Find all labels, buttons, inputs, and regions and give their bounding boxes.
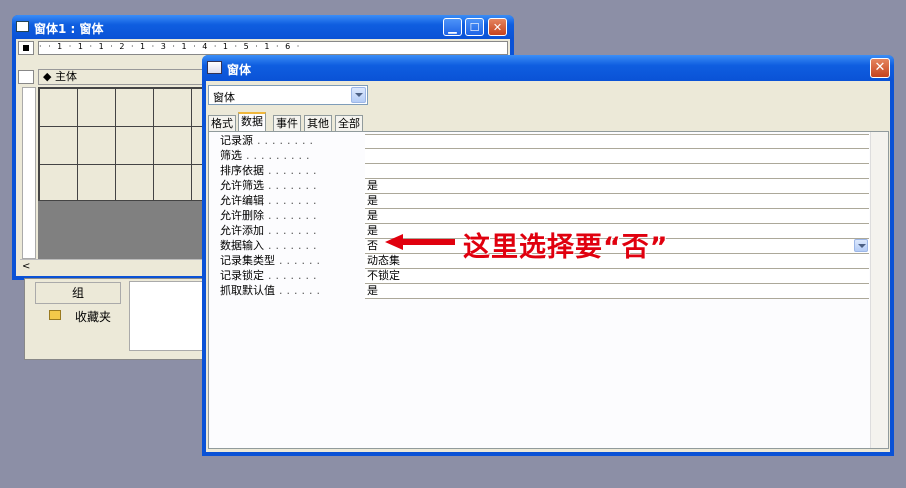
property-sheet-titlebar[interactable]: 窗体 ✕	[202, 55, 894, 81]
object-selector-value: 窗体	[213, 91, 235, 104]
property-name: 允许添加.......	[217, 224, 364, 239]
property-sheet-client: 窗体 格式 数据 事件 其他 全部 记录源........ 筛选........…	[206, 81, 890, 452]
scroll-left-icon[interactable]: <	[22, 261, 30, 272]
section-label: 主体	[54, 70, 77, 83]
property-value[interactable]	[365, 134, 869, 149]
data-entry-value: 否	[367, 239, 378, 252]
dropdown-arrow-icon[interactable]	[854, 239, 868, 252]
property-value[interactable]	[365, 164, 869, 179]
database-object-list[interactable]	[129, 281, 207, 351]
dropdown-arrow-icon[interactable]	[351, 87, 366, 103]
leader-dots: .........	[246, 149, 314, 162]
tab-all[interactable]: 全部	[335, 115, 363, 131]
section-selector[interactable]	[18, 70, 34, 84]
leader-dots: .......	[268, 179, 321, 192]
properties-icon	[207, 61, 222, 74]
leader-dots: .......	[268, 164, 321, 177]
groups-button[interactable]: 组	[35, 282, 121, 304]
leader-dots: .......	[268, 269, 321, 282]
form-icon	[16, 21, 29, 32]
leader-dots: ........	[257, 134, 317, 147]
leader-dots: .......	[268, 194, 321, 207]
object-selector-combo[interactable]: 窗体	[208, 85, 368, 105]
close-icon[interactable]: ✕	[870, 58, 890, 78]
property-name: 记录锁定.......	[217, 269, 364, 284]
property-row-allow-edits[interactable]: 允许编辑....... 是	[217, 194, 869, 209]
property-name: 筛选.........	[217, 149, 364, 164]
leader-dots: .......	[268, 209, 321, 222]
favorites-icon	[49, 310, 61, 320]
left-arrow-icon	[385, 234, 455, 250]
property-name-text: 允许删除	[220, 209, 264, 222]
property-row-record-locks[interactable]: 记录锁定....... 不锁定	[217, 269, 869, 284]
property-row-record-source[interactable]: 记录源........	[217, 134, 869, 149]
property-name: 排序依据.......	[217, 164, 364, 179]
property-sheet-title: 窗体	[227, 63, 252, 77]
detail-section-bar[interactable]: ◆ 主体	[38, 69, 218, 85]
property-name: 抓取默认值......	[217, 284, 364, 299]
property-name: 允许筛选.......	[217, 179, 364, 194]
property-row-filter[interactable]: 筛选.........	[217, 149, 869, 164]
property-name: 记录源........	[217, 134, 364, 149]
property-list-panel: 记录源........ 筛选......... 排序依据....... 允许筛选…	[208, 131, 889, 449]
property-row-allow-filters[interactable]: 允许筛选....... 是	[217, 179, 869, 194]
property-name: 允许删除.......	[217, 209, 364, 224]
property-name-text: 记录锁定	[220, 269, 264, 282]
database-window-panel: 组 收藏夹	[24, 278, 208, 360]
tab-format[interactable]: 格式	[208, 115, 236, 131]
annotation-text: 这里选择要“否”	[463, 232, 669, 263]
property-row-fetch-defaults[interactable]: 抓取默认值...... 是	[217, 284, 869, 299]
form-selector[interactable]	[18, 41, 34, 55]
maximize-icon[interactable]: ☐	[465, 18, 484, 36]
property-name-text: 筛选	[220, 149, 242, 162]
property-value[interactable]: 不锁定	[365, 269, 869, 284]
property-name-text: 数据输入	[220, 239, 264, 252]
property-name-text: 允许添加	[220, 224, 264, 237]
property-name: 允许编辑.......	[217, 194, 364, 209]
leader-dots: .......	[268, 224, 321, 237]
property-name-text: 记录集类型	[220, 254, 275, 267]
close-icon[interactable]: ✕	[488, 18, 507, 36]
vertical-ruler	[22, 87, 36, 259]
property-value[interactable]: 是	[365, 179, 869, 194]
vertical-scrollbar[interactable]	[870, 132, 888, 448]
property-value[interactable]	[365, 149, 869, 164]
horizontal-ruler: · · 1 · 1 · 1 · 2 · 1 · 3 · 1 · 4 · 1 · …	[38, 41, 508, 55]
property-name-text: 允许筛选	[220, 179, 264, 192]
design-window-title: 窗体1 : 窗体	[34, 22, 104, 36]
design-window-titlebar[interactable]: 窗体1 : 窗体 ▁ ☐ ✕	[12, 15, 514, 39]
property-name: 数据输入.......	[217, 239, 364, 254]
horizontal-scrollbar[interactable]: <	[20, 259, 218, 275]
property-value[interactable]: 是	[365, 284, 869, 299]
property-name: 记录集类型......	[217, 254, 364, 269]
property-name-text: 记录源	[220, 134, 253, 147]
favorites-label: 收藏夹	[75, 310, 112, 324]
section-arrow-icon: ◆	[43, 70, 52, 83]
minimize-icon[interactable]: ▁	[443, 18, 462, 36]
leader-dots: ......	[279, 284, 324, 297]
property-name-text: 排序依据	[220, 164, 264, 177]
tab-event[interactable]: 事件	[273, 115, 301, 131]
leader-dots: .......	[268, 239, 321, 252]
tab-other[interactable]: 其他	[304, 115, 332, 131]
tab-data[interactable]: 数据	[238, 112, 266, 131]
property-value[interactable]: 是	[365, 209, 869, 224]
design-grid[interactable]	[38, 87, 208, 201]
property-row-allow-deletions[interactable]: 允许删除....... 是	[217, 209, 869, 224]
property-name-text: 允许编辑	[220, 194, 264, 207]
leader-dots: ......	[279, 254, 324, 267]
property-value[interactable]: 是	[365, 194, 869, 209]
empty-design-area	[38, 201, 218, 259]
property-name-text: 抓取默认值	[220, 284, 275, 297]
property-row-order-by[interactable]: 排序依据.......	[217, 164, 869, 179]
